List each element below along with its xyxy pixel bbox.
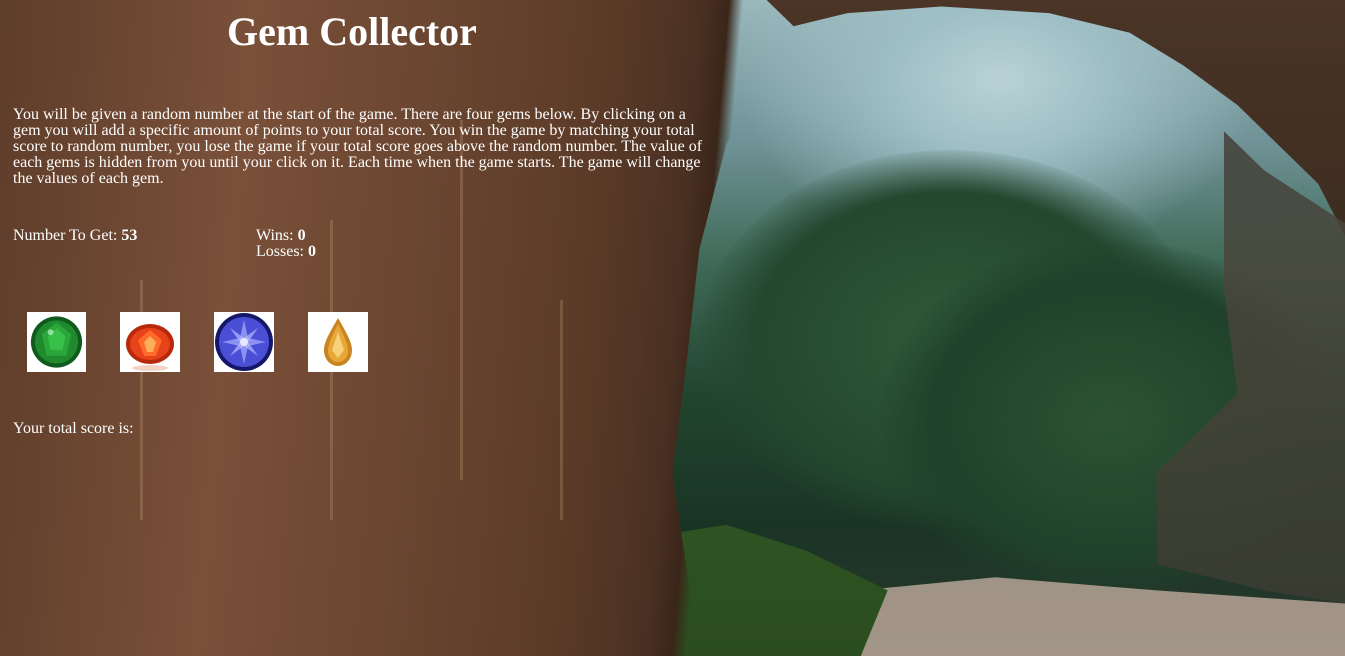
yellow-gem-icon (324, 318, 352, 366)
losses-label: Losses: (256, 243, 304, 260)
page-title: Gem Collector (227, 9, 477, 54)
gem-button-blue[interactable] (214, 312, 274, 372)
gem-button-green[interactable] (27, 312, 86, 372)
wins-value: 0 (297, 227, 306, 244)
losses-value: 0 (308, 243, 316, 260)
target-label: Number To Get: (13, 227, 118, 244)
score-label: Your total score is: (13, 420, 134, 437)
losses-counter: Losses: 0 (256, 244, 316, 260)
background-image (0, 0, 1345, 656)
target-value: 53 (121, 227, 138, 244)
green-gem-icon (30, 316, 83, 368)
wins-counter: Wins: 0 (256, 228, 306, 244)
wins-label: Wins: (256, 227, 294, 244)
total-score: Your total score is: (13, 421, 134, 437)
target-number: Number To Get: 53 (13, 228, 137, 244)
gem-button-red[interactable] (120, 312, 180, 372)
red-gem-icon (126, 324, 174, 371)
gem-button-yellow[interactable] (308, 312, 368, 372)
game-instructions: You will be given a random number at the… (13, 106, 703, 187)
blue-gem-icon (215, 313, 273, 371)
